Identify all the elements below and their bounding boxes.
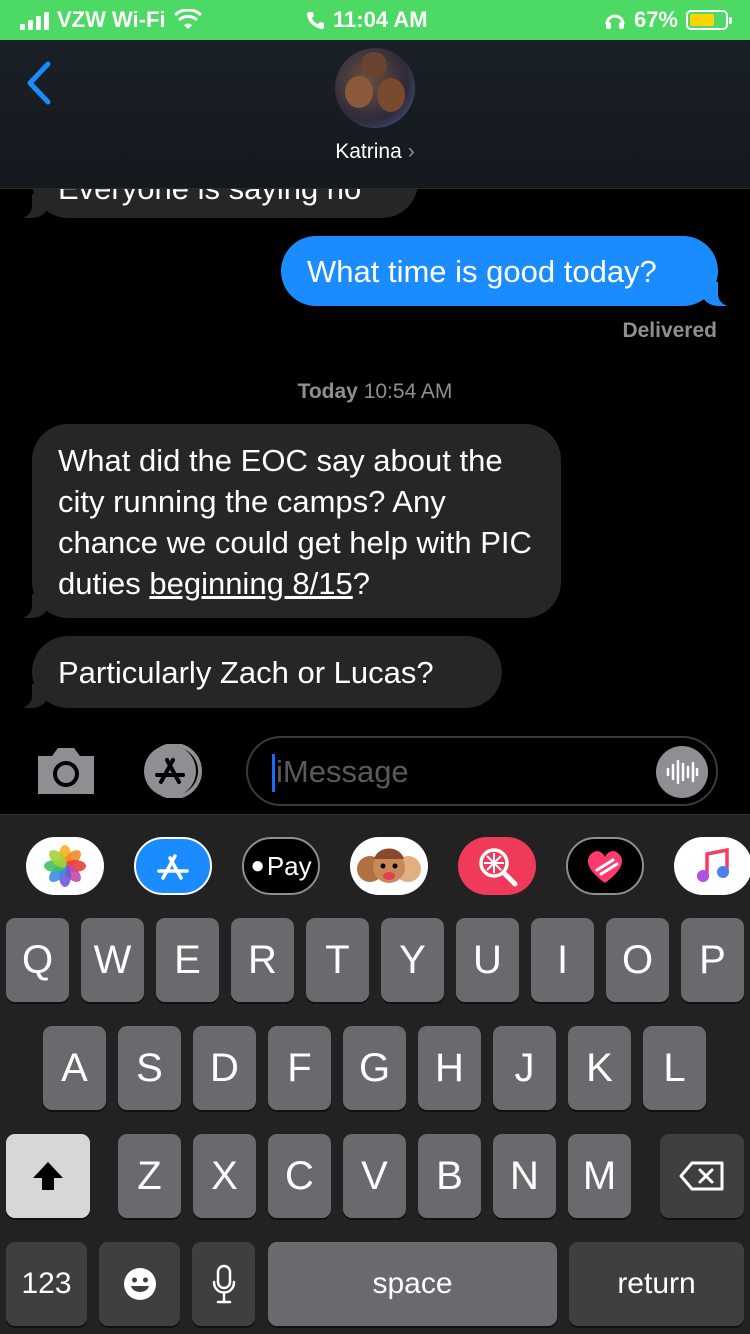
- phone-icon: [307, 12, 324, 29]
- image-search-app-button[interactable]: [458, 837, 536, 895]
- app-store-button-icon[interactable]: [140, 744, 210, 798]
- battery-percent: 67%: [633, 7, 678, 32]
- shift-key[interactable]: [6, 1134, 90, 1218]
- timestamp-time: 10:54 AM: [363, 380, 453, 403]
- keyboard: Q W E R T Y U I O P A S D F G H J K L Z …: [0, 914, 750, 1334]
- key-r[interactable]: R: [231, 918, 294, 1002]
- date-link[interactable]: beginning 8/15: [149, 566, 352, 601]
- contact-name-button[interactable]: Katrina ›: [0, 140, 750, 164]
- delete-key[interactable]: [660, 1134, 744, 1218]
- contact-name: Katrina: [335, 140, 402, 163]
- status-left: VZW Wi-Fi: [20, 7, 202, 33]
- key-d[interactable]: D: [193, 1026, 256, 1110]
- app-store-app-button[interactable]: [134, 837, 212, 895]
- key-q[interactable]: Q: [6, 918, 69, 1002]
- headphones-icon: [605, 14, 625, 29]
- key-y[interactable]: Y: [381, 918, 444, 1002]
- message-text-outgoing: What time is good today?: [307, 254, 657, 289]
- emoji-key[interactable]: [99, 1242, 180, 1326]
- conversation-header: Katrina ›: [0, 40, 750, 189]
- music-icon: [697, 847, 729, 882]
- emoji-smiley-icon: [123, 1268, 156, 1300]
- key-m[interactable]: M: [568, 1134, 631, 1218]
- key-a[interactable]: A: [43, 1026, 106, 1110]
- status-bar: VZW Wi-Fi 11:04 AM 67%: [0, 0, 750, 40]
- key-i[interactable]: I: [531, 918, 594, 1002]
- key-u[interactable]: U: [456, 918, 519, 1002]
- message-text-incoming-2: Particularly Zach or Lucas?: [58, 655, 434, 690]
- audio-message-button[interactable]: [656, 746, 708, 798]
- timestamp-day: Today: [297, 380, 358, 403]
- camera-icon[interactable]: [34, 744, 98, 796]
- app-store-icon: [157, 854, 189, 880]
- search-images-icon: [479, 848, 518, 887]
- key-c[interactable]: C: [268, 1134, 331, 1218]
- return-key[interactable]: return: [569, 1242, 744, 1326]
- numbers-key[interactable]: 123: [6, 1242, 87, 1326]
- key-o[interactable]: O: [606, 918, 669, 1002]
- contact-chevron-icon: ›: [407, 140, 415, 163]
- apple-pay-label: Pay: [266, 850, 312, 881]
- app-drawer: ● Pay: [0, 814, 750, 915]
- shift-arrow-icon: [33, 1162, 63, 1190]
- digital-touch-icon: [587, 851, 623, 883]
- signal-icon: [20, 10, 49, 30]
- imessage-placeholder: iMessage: [276, 754, 409, 789]
- message-bubble-incoming-1[interactable]: What did the EOC say about the city runn…: [14, 424, 561, 618]
- key-x[interactable]: X: [193, 1134, 256, 1218]
- memoji-icon: [357, 848, 421, 883]
- key-t[interactable]: T: [306, 918, 369, 1002]
- apple-pay-app-button[interactable]: ● Pay: [242, 837, 320, 895]
- status-time: 11:04 AM: [333, 7, 428, 32]
- carrier-label: VZW Wi-Fi: [57, 7, 166, 32]
- key-b[interactable]: B: [418, 1134, 481, 1218]
- delivered-status: Delivered: [622, 319, 717, 342]
- apple-pay-icon: ●: [250, 852, 265, 879]
- key-s[interactable]: S: [118, 1026, 181, 1110]
- status-center: 11:04 AM: [305, 7, 428, 33]
- backspace-icon: [679, 1161, 724, 1191]
- key-n[interactable]: N: [493, 1134, 556, 1218]
- key-v[interactable]: V: [343, 1134, 406, 1218]
- music-app-button[interactable]: [674, 837, 750, 895]
- key-j[interactable]: J: [493, 1026, 556, 1110]
- key-w[interactable]: W: [81, 918, 144, 1002]
- text-caret: [272, 754, 275, 792]
- memoji-app-button[interactable]: [350, 837, 428, 895]
- message-bubble-outgoing[interactable]: What time is good today?: [281, 236, 736, 306]
- key-z[interactable]: Z: [118, 1134, 181, 1218]
- key-g[interactable]: G: [343, 1026, 406, 1110]
- contact-avatar[interactable]: [335, 48, 415, 128]
- key-e[interactable]: E: [156, 918, 219, 1002]
- battery-icon: [686, 10, 732, 30]
- space-key[interactable]: space: [268, 1242, 557, 1326]
- timestamp: Today 10:54 AM: [0, 380, 750, 404]
- dictation-key[interactable]: [192, 1242, 255, 1326]
- key-f[interactable]: F: [268, 1026, 331, 1110]
- message-text-incoming-1-end: ?: [352, 566, 371, 601]
- key-k[interactable]: K: [568, 1026, 631, 1110]
- key-l[interactable]: L: [643, 1026, 706, 1110]
- wifi-icon: [173, 9, 202, 29]
- back-chevron-icon[interactable]: [22, 60, 54, 106]
- digital-touch-app-button[interactable]: [566, 837, 644, 895]
- imessage-input[interactable]: iMessage: [246, 736, 718, 806]
- key-p[interactable]: P: [681, 918, 744, 1002]
- photos-icon: [44, 845, 86, 887]
- message-bubble-incoming-2[interactable]: Particularly Zach or Lucas?: [14, 636, 502, 708]
- photos-app-button[interactable]: [26, 837, 104, 895]
- microphone-icon: [212, 1264, 235, 1304]
- status-right: 67%: [604, 7, 732, 33]
- key-h[interactable]: H: [418, 1026, 481, 1110]
- waveform-icon: [666, 759, 699, 785]
